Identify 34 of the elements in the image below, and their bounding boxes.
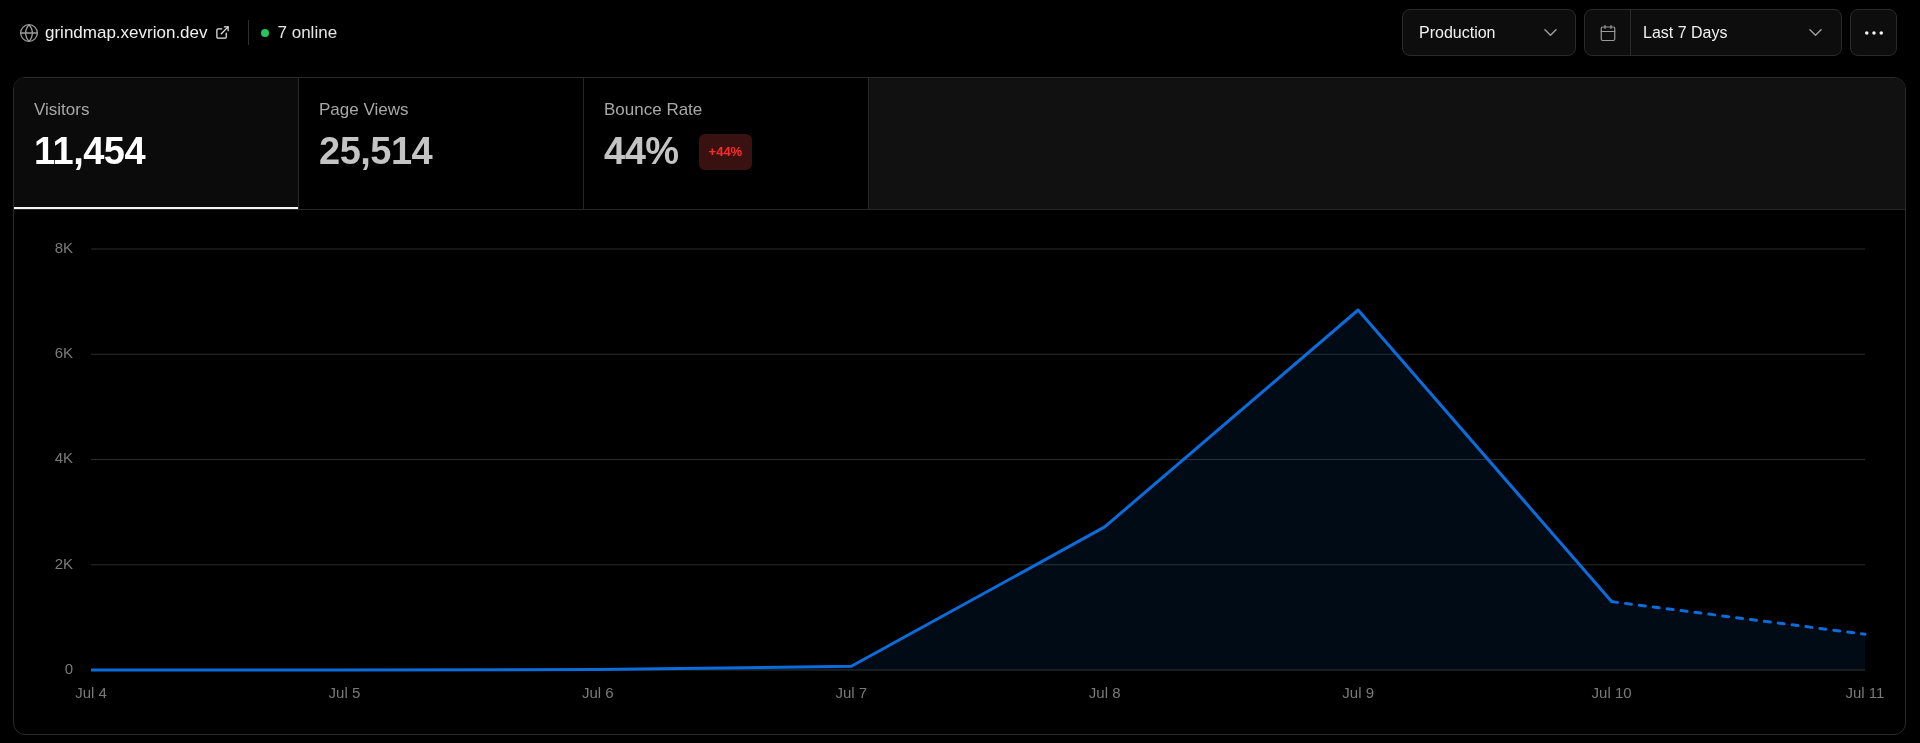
stat-value: 25,514 — [319, 130, 433, 173]
stat-label: Bounce Rate — [604, 100, 703, 120]
x-axis-label: Jul 4 — [75, 683, 107, 701]
x-axis-label: Jul 5 — [328, 683, 361, 701]
x-axis-label: Jul 7 — [835, 683, 868, 701]
change-badge: +44% — [698, 133, 753, 170]
y-axis-label: 6K — [54, 344, 73, 362]
date-range-select[interactable]: Last 7 Days — [1631, 10, 1841, 55]
calendar-icon — [1598, 23, 1617, 42]
site-link[interactable]: grindmap.xevrion.dev — [45, 22, 230, 43]
x-axis-label: Jul 6 — [582, 683, 614, 701]
stat-label: Page Views — [319, 100, 409, 120]
x-axis-label: Jul 11 — [1845, 683, 1885, 701]
x-axis-label: Jul 9 — [1342, 683, 1374, 701]
external-link-icon — [214, 25, 230, 40]
environment-select[interactable]: Production — [1402, 9, 1576, 56]
stat-tab[interactable]: Visitors 11,454 — [14, 78, 299, 209]
stat-tab[interactable]: Page Views 25,514 — [299, 78, 584, 209]
chevron-down-icon — [1809, 29, 1822, 36]
x-axis-label: Jul 8 — [1088, 683, 1121, 701]
x-axis-label: Jul 10 — [1591, 683, 1632, 701]
y-axis-label: 4K — [54, 449, 73, 467]
y-axis-label: 2K — [54, 554, 73, 572]
globe-icon — [19, 22, 39, 43]
status-dot-icon — [260, 28, 269, 37]
stat-tab[interactable]: Bounce Rate 44% +44% — [584, 78, 869, 209]
ellipsis-icon — [1864, 30, 1883, 35]
y-axis-label: 0 — [64, 659, 73, 677]
stat-value: 44% — [604, 130, 679, 173]
chevron-down-icon — [1544, 29, 1557, 36]
stat-value: 11,454 — [34, 130, 146, 173]
online-count: 7 online — [277, 22, 338, 43]
stat-label: Visitors — [34, 100, 90, 120]
y-axis-label: 8K — [54, 238, 73, 256]
